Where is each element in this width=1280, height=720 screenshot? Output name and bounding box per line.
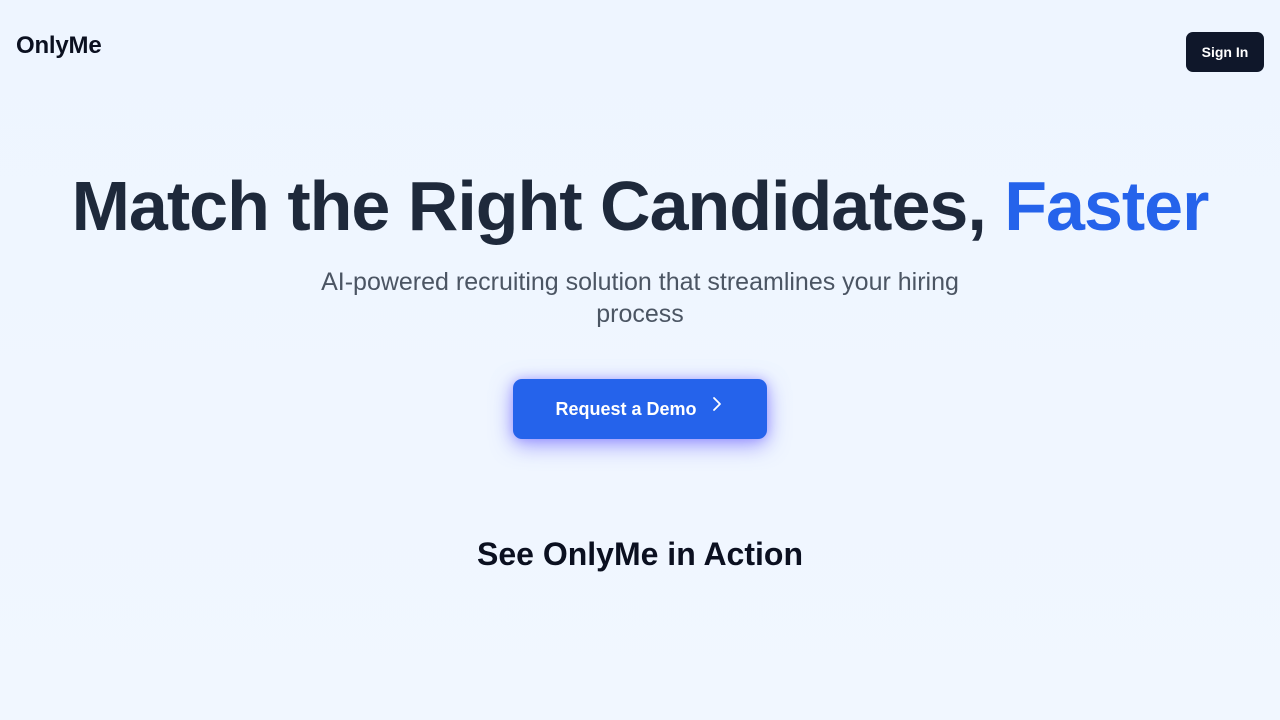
logo[interactable]: OnlyMe [16,32,102,60]
chevron-right-icon [709,396,725,412]
section-title: See OnlyMe in Action [477,536,803,572]
hero-subtitle: AI-powered recruiting solution that stre… [321,268,959,328]
hero-title: Match the Right Candidates, Faster [0,168,1280,244]
hero-title-main: Match the Right Candidates, [71,167,1005,245]
hero-title-accent: Faster [1004,167,1209,245]
landing-page: OnlyMe Sign In Match the Right Candidate… [0,0,1280,720]
request-demo-label: Request a Demo [555,398,697,419]
request-demo-button[interactable]: Request a Demo [513,379,767,439]
sign-in-button[interactable]: Sign In [1186,32,1264,72]
